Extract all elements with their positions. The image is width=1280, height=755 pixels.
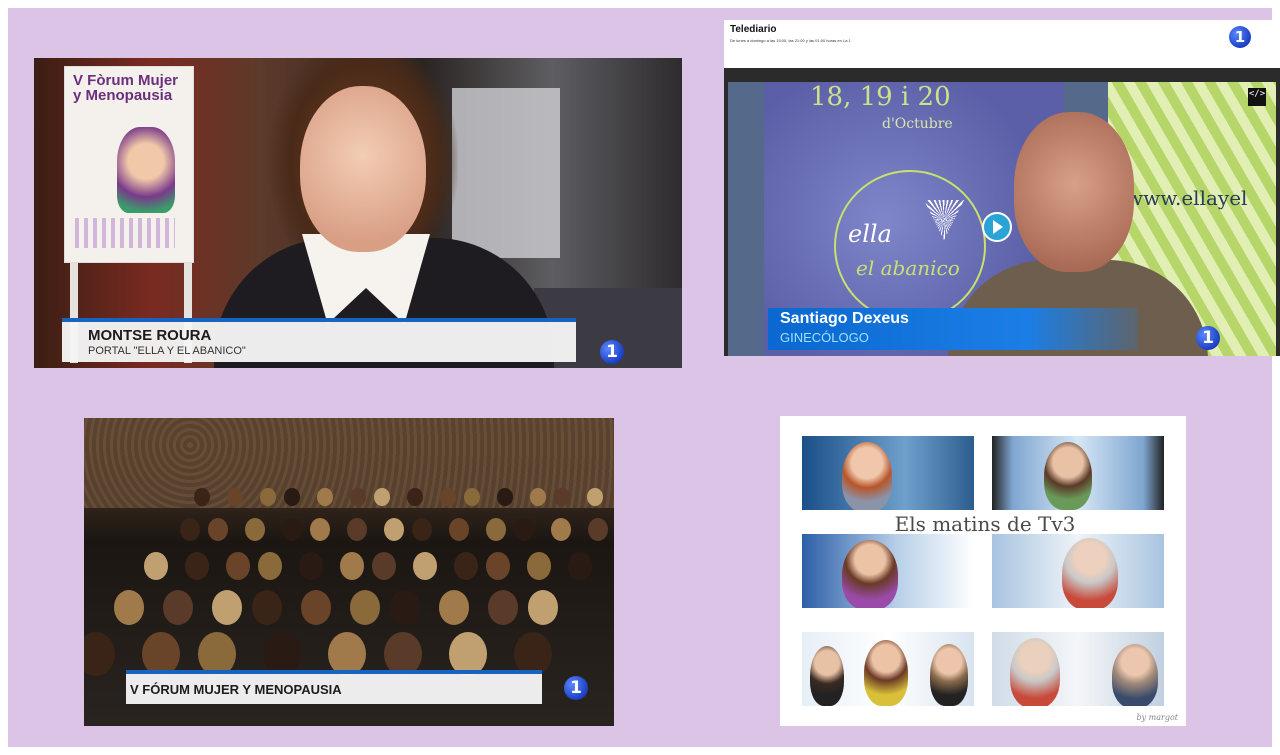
poster-illustration (117, 127, 175, 213)
banner-abanico: el abanico (856, 256, 960, 280)
audience-member (514, 518, 534, 541)
play-icon[interactable] (982, 212, 1012, 242)
audience-member (84, 632, 115, 676)
audience-member (384, 518, 404, 541)
audience-member (412, 518, 432, 541)
audience-member (588, 518, 608, 541)
lower-third-montse: MONTSE ROURA PORTAL "ELLA Y EL ABANICO" (62, 318, 576, 362)
la1-header-logo-icon: 1 (1229, 26, 1251, 48)
telediario-header: Telediario De lunes a domingo a las 15:0… (724, 20, 1280, 68)
banner-ella: ella (848, 220, 892, 248)
audience-member (282, 518, 302, 541)
audience-member (212, 590, 242, 625)
thumbnail (992, 534, 1164, 608)
event-caption: V FÓRUM MUJER Y MENOPAUSIA (130, 682, 342, 697)
forum-poster: V Fòrum Mujer y Menopausia (64, 66, 194, 263)
audience-member (114, 590, 144, 625)
banner-web: www.ellayel (1126, 186, 1248, 210)
banner-month: d'Octubre (882, 116, 953, 132)
caption-bar: V FÓRUM MUJER Y MENOPAUSIA (126, 670, 542, 704)
thumbnail (802, 534, 974, 608)
audience-member (528, 590, 558, 625)
banner-dates: 18, 19 i 20 (810, 82, 951, 112)
video-frame: 18, 19 i 20 d'Octubre ella el abanico ww… (728, 82, 1276, 356)
man-face (1014, 112, 1134, 272)
audience-member (226, 552, 250, 580)
tv-still-audience: V FÓRUM MUJER Y MENOPAUSIA 1 (84, 418, 614, 726)
tv-still-montse-roura: V Fòrum Mujer y Menopausia MONTSE ROURA … (34, 58, 682, 368)
audience-member (301, 590, 331, 625)
woman-face (300, 86, 426, 252)
la1-logo-icon: 1 (1196, 326, 1220, 350)
interviewee-name: Santiago Dexeus (780, 310, 909, 327)
audience-member (449, 518, 469, 541)
poster-title: V Fòrum Mujer y Menopausia (73, 72, 179, 104)
la1-logo-icon: 1 (600, 340, 624, 364)
audience-member (350, 590, 380, 625)
thumbnail (992, 436, 1164, 510)
audience-member (340, 552, 364, 580)
audience-member (486, 518, 506, 541)
audience-member (454, 552, 478, 580)
tv-still-santiago-dexeus: Telediario De lunes a domingo a las 15:0… (724, 20, 1280, 356)
audience-member (390, 590, 420, 625)
audience-member (568, 552, 592, 580)
signature: by margot (1136, 713, 1178, 722)
audience-member (258, 552, 282, 580)
audience-member (486, 552, 510, 580)
embed-icon[interactable]: </> (1248, 88, 1266, 106)
thumbnail (802, 632, 974, 706)
lower-third-dexeus: Santiago Dexeus GINECÓLOGO (768, 308, 1138, 350)
la1-logo-icon: 1 (564, 676, 588, 700)
audience-member (252, 590, 282, 625)
audience-member (163, 590, 193, 625)
audience-member (180, 518, 200, 541)
audience-member (488, 590, 518, 625)
header-subtitle: De lunes a domingo a las 15:00, las 21:0… (730, 38, 851, 43)
thumbnail (992, 632, 1164, 706)
audience-member (372, 552, 396, 580)
audience-member (185, 552, 209, 580)
audience-member (245, 518, 265, 541)
thumbnail (802, 436, 974, 510)
collage-title: Els matins de Tv3 (894, 512, 1076, 536)
audience-member (144, 552, 168, 580)
audience-member (347, 518, 367, 541)
background-board (452, 88, 560, 258)
tv3-collage: Els matins de Tv3 by margot (780, 416, 1186, 726)
audience-member (413, 552, 437, 580)
audience-member (527, 552, 551, 580)
audience-member (551, 518, 571, 541)
header-title: Telediario (730, 24, 777, 35)
interviewee-role: PORTAL "ELLA Y EL ABANICO" (88, 345, 246, 357)
audience-member (439, 590, 469, 625)
audience-member (208, 518, 228, 541)
interviewee-role: GINECÓLOGO (780, 330, 869, 345)
interviewee-name: MONTSE ROURA (88, 327, 212, 344)
audience-member (310, 518, 330, 541)
audience-member (299, 552, 323, 580)
poster-logos (75, 218, 175, 248)
